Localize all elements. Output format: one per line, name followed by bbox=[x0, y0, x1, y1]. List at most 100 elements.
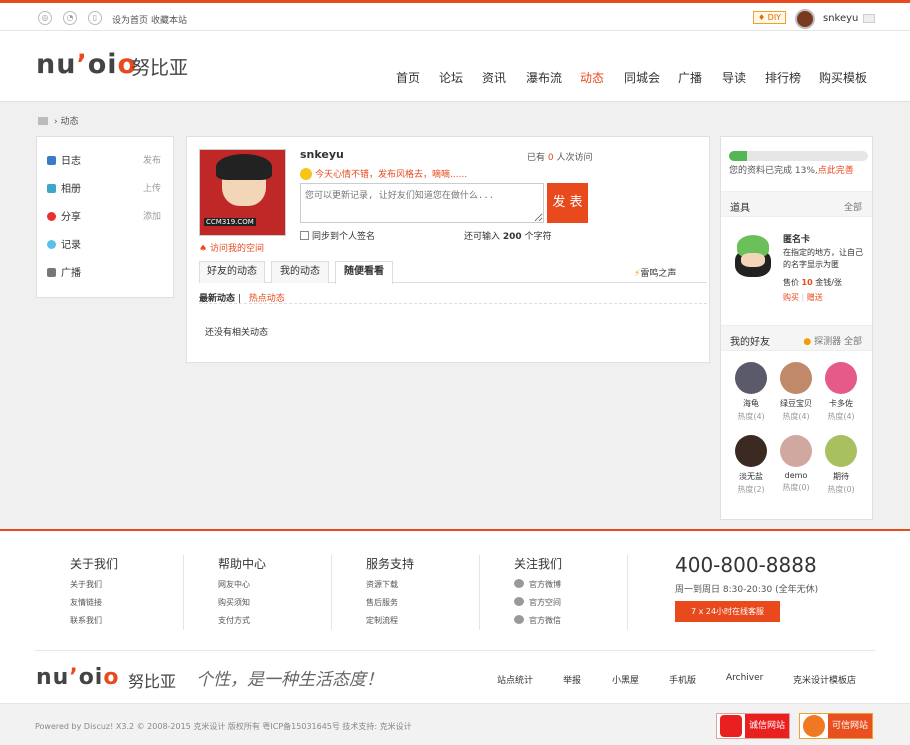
publish-button[interactable]: 发 表 bbox=[547, 183, 588, 223]
wechat-icon[interactable]: ◔ bbox=[63, 11, 77, 25]
friend-name[interactable]: demo bbox=[776, 471, 816, 480]
friend-item[interactable]: 期待 热度(0) bbox=[821, 435, 861, 495]
friend-item[interactable]: 绿豆宝贝 热度(4) bbox=[776, 362, 816, 422]
thunder-link[interactable]: ⚡雷鸣之声 bbox=[634, 266, 676, 279]
friends-more-link[interactable]: 全部 bbox=[844, 337, 862, 347]
footer-stats-link[interactable]: 站点统计 bbox=[497, 673, 533, 686]
footer-link[interactable]: 友情链接 bbox=[70, 597, 118, 608]
bookmark-link[interactable]: 收藏本站 bbox=[151, 13, 187, 26]
trust-seal-icon bbox=[803, 715, 825, 737]
nav-forum[interactable]: 论坛 bbox=[439, 69, 463, 86]
nav-guide[interactable]: 导读 bbox=[722, 69, 746, 86]
footer-qzone-link[interactable]: 官方空间 bbox=[514, 597, 562, 608]
visit-space-link[interactable]: ♠ 访问我的空间 bbox=[199, 241, 264, 254]
mail-icon[interactable] bbox=[863, 14, 875, 23]
wechat-icon bbox=[514, 615, 524, 624]
footer-link[interactable]: 资源下载 bbox=[366, 579, 414, 590]
footer-link[interactable]: 定制流程 bbox=[366, 615, 414, 626]
tool-name[interactable]: 匿名卡 bbox=[783, 232, 810, 245]
nav-feed[interactable]: 动态 bbox=[580, 69, 604, 86]
tab-friends-feed[interactable]: 好友的动态 bbox=[199, 261, 265, 283]
weibo-icon[interactable]: ◎ bbox=[38, 11, 52, 25]
record-textarea[interactable] bbox=[300, 183, 544, 223]
friend-name[interactable]: 绿豆宝贝 bbox=[776, 398, 816, 409]
footer-slogan: 个性，是一种生活态度！ bbox=[196, 670, 383, 690]
left-nav-broadcast[interactable]: 广播 bbox=[47, 264, 81, 279]
friend-avatar[interactable] bbox=[780, 362, 812, 394]
tools-more-link[interactable]: 全部 bbox=[844, 200, 862, 213]
sync-checkbox[interactable] bbox=[300, 231, 309, 240]
share-add-link[interactable]: 添加 bbox=[143, 209, 161, 222]
friend-item[interactable]: demo 热度(0) bbox=[776, 435, 816, 493]
username-link[interactable]: snkeyu bbox=[823, 13, 858, 24]
footer-weibo-link[interactable]: 官方微博 bbox=[514, 579, 562, 590]
nav-waterfall[interactable]: 瀑布流 bbox=[526, 69, 562, 86]
nav-city[interactable]: 同城会 bbox=[624, 69, 660, 86]
nav-buy-template[interactable]: 购买模板 bbox=[819, 69, 867, 86]
left-nav-record[interactable]: 记录 bbox=[47, 236, 81, 251]
left-nav-blog[interactable]: 日志 bbox=[47, 152, 81, 167]
friend-avatar[interactable] bbox=[825, 362, 857, 394]
friend-avatar[interactable] bbox=[825, 435, 857, 467]
home-icon[interactable] bbox=[38, 117, 48, 125]
friend-name[interactable]: 海龟 bbox=[731, 398, 771, 409]
gift-link[interactable]: 赠送 bbox=[807, 293, 823, 302]
online-service-button[interactable]: 7 x 24小时在线客服 bbox=[675, 601, 780, 622]
footer-report-link[interactable]: 举报 bbox=[563, 673, 581, 686]
album-upload-link[interactable]: 上传 bbox=[143, 181, 161, 194]
nav-home[interactable]: 首页 bbox=[396, 69, 420, 86]
footer-logo[interactable]: nuʼoio bbox=[36, 665, 119, 690]
footer-mobile-link[interactable]: 手机版 bbox=[669, 673, 696, 686]
footer-link[interactable]: 售后服务 bbox=[366, 597, 414, 608]
profile-username[interactable]: snkeyu bbox=[300, 148, 344, 161]
detector-link[interactable]: 探测器 bbox=[814, 337, 841, 347]
footer-wechat-link[interactable]: 官方微信 bbox=[514, 615, 562, 626]
trust-badge-1[interactable]: 诚信网站 bbox=[716, 713, 791, 739]
friend-item[interactable]: 海龟 热度(4) bbox=[731, 362, 771, 422]
footer-link[interactable]: 购买须知 bbox=[218, 597, 266, 608]
friend-avatar[interactable] bbox=[780, 435, 812, 467]
friend-name[interactable]: 淡无盐 bbox=[731, 471, 771, 482]
profile-avatar[interactable]: CCM319.COM bbox=[199, 149, 286, 236]
nav-broadcast[interactable]: 广播 bbox=[678, 69, 702, 86]
trust-badge-2[interactable]: 可信网站 bbox=[799, 713, 874, 739]
nav-news[interactable]: 资讯 bbox=[482, 69, 506, 86]
breadcrumb-current[interactable]: 动态 bbox=[60, 117, 78, 127]
footer-blacklist-link[interactable]: 小黑屋 bbox=[612, 673, 639, 686]
mood-status[interactable]: 今天心情不错，发布风格去，嘀嘀...... bbox=[300, 167, 467, 180]
star-icon bbox=[514, 597, 524, 606]
buy-link[interactable]: 购买 bbox=[783, 293, 799, 302]
sync-signature[interactable]: 同步到个人签名 bbox=[300, 229, 375, 242]
complete-profile-link[interactable]: 点此完善 bbox=[818, 166, 854, 176]
top-bar: ◎ ◔ ▯ 设为首页 收藏本站 ♦ DIY snkeyu bbox=[0, 3, 910, 31]
anonymous-card-image[interactable] bbox=[731, 235, 775, 277]
left-nav-panel: 日志 发布 相册 上传 分享 添加 记录 广播 bbox=[36, 136, 174, 298]
nav-ranking[interactable]: 排行榜 bbox=[765, 69, 801, 86]
user-avatar[interactable] bbox=[795, 9, 815, 29]
footer-link[interactable]: 网友中心 bbox=[218, 579, 266, 590]
tab-random[interactable]: 随便看看 bbox=[335, 261, 393, 284]
site-logo[interactable]: nuʼoio bbox=[36, 49, 137, 80]
friends-header: 我的好友 ● 探测器 全部 bbox=[721, 325, 872, 351]
footer-link[interactable]: 关于我们 bbox=[70, 579, 118, 590]
diy-button[interactable]: ♦ DIY bbox=[753, 11, 786, 24]
footer-link[interactable]: 支付方式 bbox=[218, 615, 266, 626]
friend-avatar[interactable] bbox=[735, 362, 767, 394]
tab-my-feed[interactable]: 我的动态 bbox=[271, 261, 329, 283]
set-home-link[interactable]: 设为首页 bbox=[112, 13, 148, 26]
left-nav-share[interactable]: 分享 bbox=[47, 208, 81, 223]
friend-avatar[interactable] bbox=[735, 435, 767, 467]
friend-item[interactable]: 卡多佐 热度(4) bbox=[821, 362, 861, 422]
site-logo-cn[interactable]: 努比亚 bbox=[131, 53, 188, 80]
left-nav-album[interactable]: 相册 bbox=[47, 180, 81, 195]
friend-item[interactable]: 淡无盐 热度(2) bbox=[731, 435, 771, 495]
footer-store-link[interactable]: 克米设计模板店 bbox=[793, 673, 856, 686]
friend-name[interactable]: 期待 bbox=[821, 471, 861, 482]
app-icon[interactable]: ▯ bbox=[88, 11, 102, 25]
footer-link[interactable]: 联系我们 bbox=[70, 615, 118, 626]
friend-name[interactable]: 卡多佐 bbox=[821, 398, 861, 409]
footer-archiver-link[interactable]: Archiver bbox=[726, 673, 763, 683]
footer-col-title: 关于我们 bbox=[70, 557, 119, 571]
blog-publish-link[interactable]: 发布 bbox=[143, 153, 161, 166]
footer-logo-cn[interactable]: 努比亚 bbox=[128, 668, 176, 692]
